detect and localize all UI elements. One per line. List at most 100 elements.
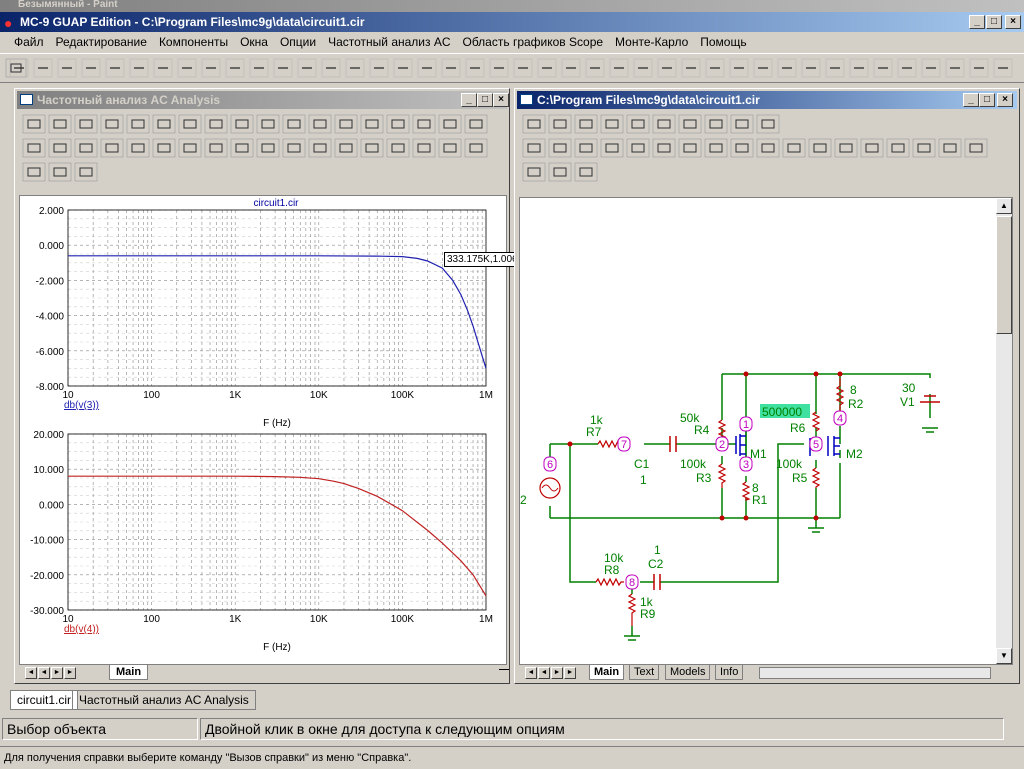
toolbar-button[interactable]: [548, 162, 572, 182]
toolbar-button[interactable]: [600, 114, 624, 134]
toolbar-button[interactable]: [152, 114, 176, 134]
toolbar-button[interactable]: [178, 138, 202, 158]
maximize-button[interactable]: □: [986, 15, 1002, 29]
toolbar-button[interactable]: [282, 138, 306, 158]
menu-item-5[interactable]: Частотный анализ AC: [328, 35, 450, 49]
schematic-vscroll[interactable]: ▲ ▼: [996, 198, 1012, 664]
toolbar-button[interactable]: [412, 114, 436, 134]
toolbar-button[interactable]: [626, 114, 650, 134]
schematic-maximize-button[interactable]: □: [979, 93, 995, 107]
toolbar-button[interactable]: [574, 162, 598, 182]
toolbar-button[interactable]: [522, 138, 546, 158]
menu-item-0[interactable]: Файл: [14, 35, 44, 49]
toolbar-button[interactable]: [22, 162, 46, 182]
toolbar-button[interactable]: [704, 114, 728, 134]
tab-first-button[interactable]: ◄: [25, 667, 37, 679]
toolbar-button[interactable]: [152, 138, 176, 158]
toolbar-button[interactable]: [178, 114, 202, 134]
toolbar-button[interactable]: [360, 138, 384, 158]
toolbar-button[interactable]: [22, 114, 46, 134]
toolbar-button[interactable]: [74, 114, 98, 134]
toolbar-button[interactable]: [204, 138, 228, 158]
toolbar-button[interactable]: [678, 138, 702, 158]
toolbar-button[interactable]: [730, 114, 754, 134]
toolbar-button[interactable]: [334, 138, 358, 158]
toolbar-button[interactable]: [412, 138, 436, 158]
scroll-down-button[interactable]: ▼: [996, 648, 1012, 664]
scroll-thumb[interactable]: [996, 216, 1012, 334]
analysis-maximize-button[interactable]: □: [477, 93, 493, 107]
doc-tab-analysis[interactable]: Частотный анализ AC Analysis: [72, 690, 256, 710]
toolbar-button[interactable]: [204, 114, 228, 134]
toolbar-button[interactable]: [912, 138, 936, 158]
menu-item-4[interactable]: Опции: [280, 35, 316, 49]
toolbar-button[interactable]: [230, 114, 254, 134]
toolbar-button[interactable]: [386, 114, 410, 134]
toolbar-button[interactable]: [308, 138, 332, 158]
toolbar-button[interactable]: [834, 138, 858, 158]
tab-last-button[interactable]: ►: [64, 667, 76, 679]
toolbar-button[interactable]: [548, 114, 572, 134]
toolbar-button[interactable]: [22, 138, 46, 158]
sch-tab-text[interactable]: Text: [629, 665, 660, 680]
toolbar-button[interactable]: [756, 114, 780, 134]
menu-item-3[interactable]: Окна: [240, 35, 268, 49]
sch-tab-last-button[interactable]: ►: [564, 667, 576, 679]
toolbar-button[interactable]: [48, 162, 72, 182]
sch-tab-first-button[interactable]: ◄: [525, 667, 537, 679]
sch-tab-next-button[interactable]: ►: [551, 667, 563, 679]
toolbar-button[interactable]: [464, 138, 488, 158]
schematic-canvas[interactable]: 1k R7 50k R4 100k R3 C1 1 8 R1 M1 M2 R6 …: [519, 197, 1013, 665]
analysis-tab-main[interactable]: Main: [109, 665, 149, 680]
toolbar-button[interactable]: [48, 114, 72, 134]
toolbar-button[interactable]: [74, 138, 98, 158]
tab-next-button[interactable]: ►: [51, 667, 63, 679]
menu-item-8[interactable]: Помощь: [700, 35, 746, 49]
toolbar-button[interactable]: [256, 114, 280, 134]
toolbar-button[interactable]: [308, 114, 332, 134]
toolbar-button[interactable]: [938, 138, 962, 158]
toolbar-button[interactable]: [74, 162, 98, 182]
toolbar-button[interactable]: [522, 162, 546, 182]
sch-tab-prev-button[interactable]: ◄: [538, 667, 550, 679]
sch-tab-models[interactable]: Models: [665, 665, 711, 680]
toolbar-button[interactable]: [126, 114, 150, 134]
doc-tab-circuit[interactable]: circuit1.cir: [10, 690, 79, 710]
toolbar-button[interactable]: [438, 138, 462, 158]
toolbar-button[interactable]: [548, 138, 572, 158]
toolbar-button[interactable]: [48, 138, 72, 158]
menu-item-2[interactable]: Компоненты: [159, 35, 228, 49]
toolbar-button[interactable]: [808, 138, 832, 158]
tab-divider[interactable]: [499, 669, 509, 675]
schematic-minimize-button[interactable]: _: [963, 93, 979, 107]
toolbar-button[interactable]: [386, 138, 410, 158]
toolbar-button[interactable]: [756, 138, 780, 158]
toolbar-button[interactable]: [522, 114, 546, 134]
toolbar-button[interactable]: [678, 114, 702, 134]
sch-tab-main[interactable]: Main: [589, 665, 625, 680]
toolbar-button[interactable]: [652, 114, 676, 134]
toolbar-button[interactable]: [730, 138, 754, 158]
toolbar-button[interactable]: [652, 138, 676, 158]
menu-item-6[interactable]: Область графиков Scope: [463, 35, 604, 49]
menu-item-7[interactable]: Монте-Карло: [615, 35, 688, 49]
toolbar-button[interactable]: [782, 138, 806, 158]
schematic-close-button[interactable]: ×: [997, 93, 1013, 107]
toolbar-button[interactable]: [230, 138, 254, 158]
analysis-close-button[interactable]: ×: [493, 93, 509, 107]
toolbar-button[interactable]: [438, 114, 462, 134]
toolbar-button[interactable]: [626, 138, 650, 158]
toolbar-button[interactable]: [600, 138, 624, 158]
sch-hscroll[interactable]: [759, 667, 991, 679]
toolbar-button[interactable]: [464, 114, 488, 134]
toolbar-button[interactable]: [100, 114, 124, 134]
toolbar-button[interactable]: [574, 114, 598, 134]
toolbar-button[interactable]: [334, 114, 358, 134]
toolbar-button[interactable]: [886, 138, 910, 158]
tab-prev-button[interactable]: ◄: [38, 667, 50, 679]
menu-item-1[interactable]: Редактирование: [56, 35, 147, 49]
toolbar-button[interactable]: [574, 138, 598, 158]
analysis-minimize-button[interactable]: _: [461, 93, 477, 107]
toolbar-button[interactable]: [360, 114, 384, 134]
toolbar-button[interactable]: [126, 138, 150, 158]
